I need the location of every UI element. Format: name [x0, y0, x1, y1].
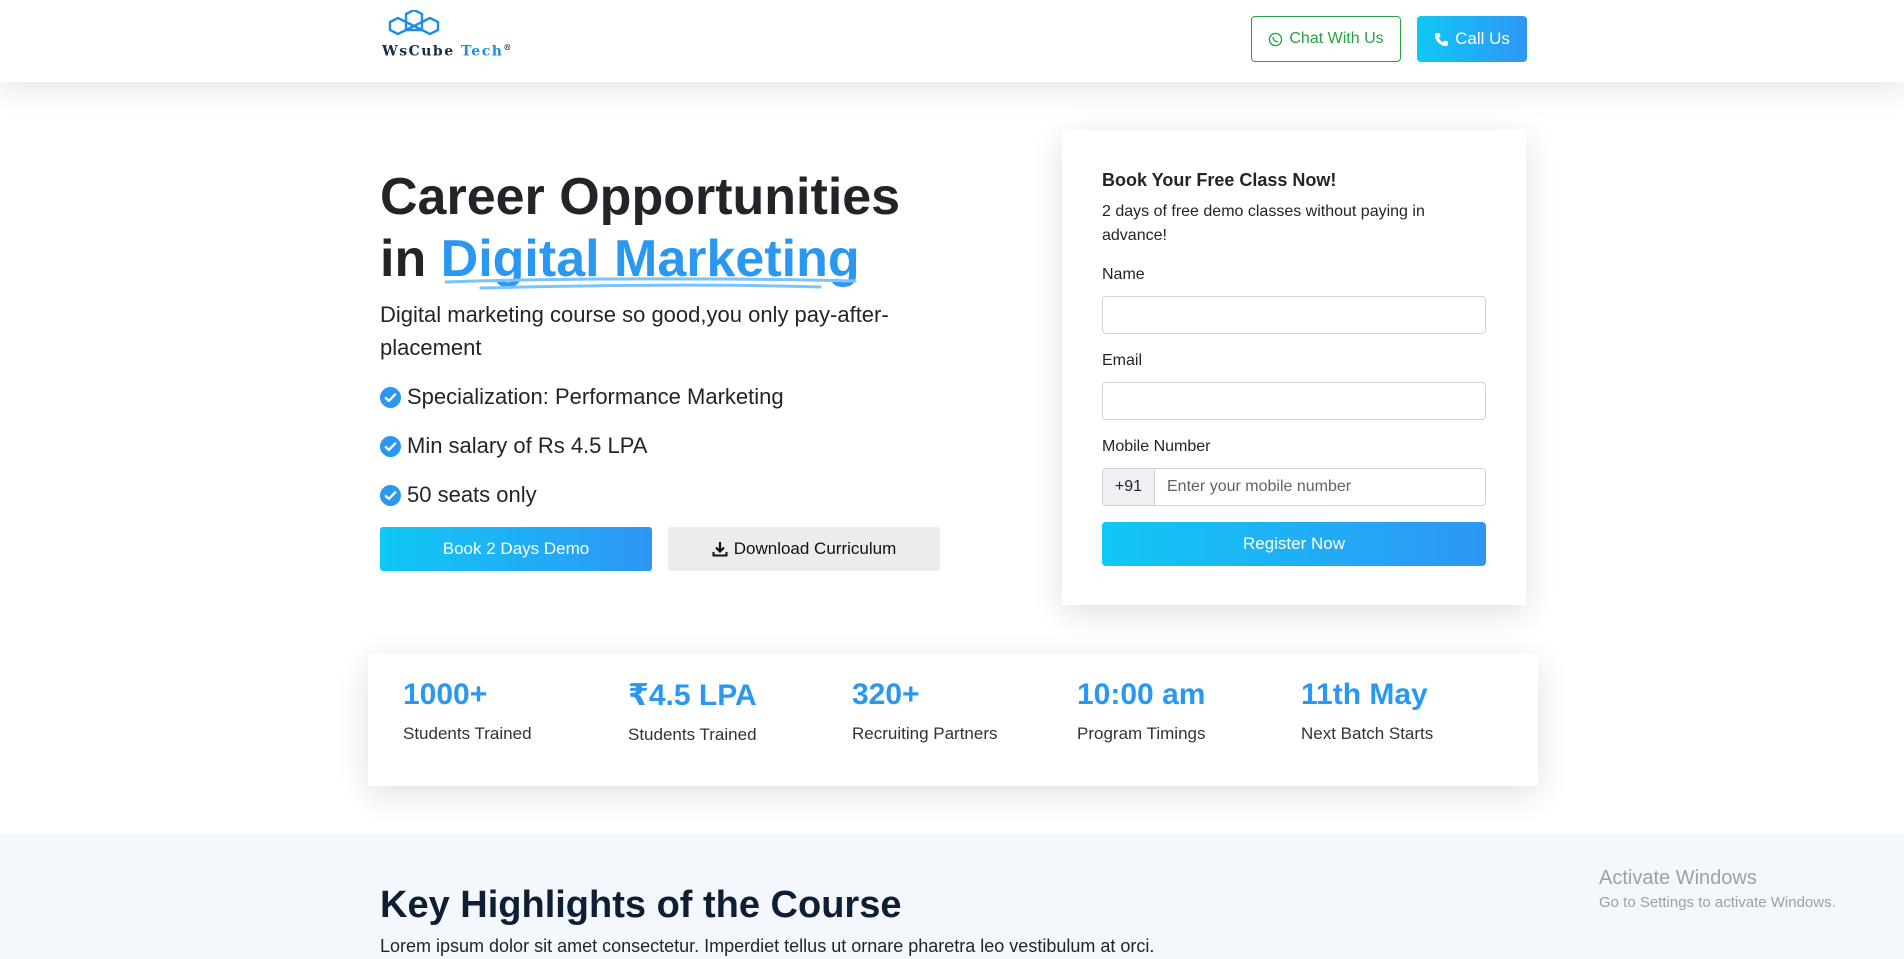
check-circle-icon [380, 435, 401, 457]
stat-label: Students Trained [628, 725, 757, 744]
book-demo-button[interactable]: Book 2 Days Demo [380, 527, 652, 571]
logo[interactable]: WsCube Tech® [380, 10, 540, 60]
stat-value: 10:00 am [1077, 678, 1206, 711]
stat-item: ₹4.5 LPA Students Trained [628, 678, 757, 745]
section-title: Key Highlights of the Course [380, 884, 902, 926]
title-line-1: Career Opportunities [380, 168, 901, 226]
stat-label: Students Trained [403, 724, 532, 743]
mobile-label: Mobile Number [1102, 438, 1211, 455]
chat-button-label: Chat With Us [1289, 30, 1384, 47]
country-code: +91 [1103, 469, 1155, 505]
check-circle-icon [380, 484, 401, 506]
title-line-2: in Digital Marketing [380, 228, 900, 290]
check-item: Specialization: Performance Marketing [380, 384, 784, 410]
hero-subtitle: Digital marketing course so good,you onl… [380, 302, 889, 360]
name-label: Name [1102, 266, 1145, 283]
check-item-label: Min salary of Rs 4.5 LPA [407, 433, 648, 458]
check-item: Min salary of Rs 4.5 LPA [380, 433, 647, 459]
check-item-label: 50 seats only [407, 482, 537, 507]
stat-value: 1000+ [403, 678, 488, 711]
logo-wordmark: WsCube Tech® [382, 42, 513, 60]
download-icon [712, 542, 728, 557]
booking-form-card: Book Your Free Class Now! 2 days of free… [1062, 130, 1526, 605]
mobile-field[interactable] [1155, 469, 1485, 505]
section-text: Lorem ipsum dolor sit amet consectetur. … [380, 936, 1155, 956]
stat-label: Program Timings [1077, 724, 1206, 743]
watermark-title: Activate Windows [1599, 867, 1757, 889]
site-header: WsCube Tech® Chat With Us Call Us [0, 0, 1904, 82]
phone-icon [1435, 32, 1449, 46]
email-label: Email [1102, 352, 1143, 369]
stat-label: Next Batch Starts [1301, 724, 1434, 743]
whatsapp-icon [1269, 32, 1283, 46]
stat-item: 1000+ Students Trained [403, 678, 532, 744]
stat-item: 10:00 am Program Timings [1077, 678, 1205, 744]
call-us-button[interactable]: Call Us [1417, 16, 1527, 62]
form-title: Book Your Free Class Now! [1102, 170, 1337, 190]
page-title: Career Opportunities in Digital Marketin… [380, 166, 900, 290]
download-curriculum-button[interactable]: Download Curriculum [668, 527, 940, 571]
stat-label: Recruiting Partners [852, 724, 998, 743]
stat-value: 11th May [1301, 678, 1428, 711]
check-item-label: Specialization: Performance Marketing [407, 384, 784, 409]
title-accent: Digital Marketing [441, 230, 860, 290]
register-button[interactable]: Register Now [1102, 522, 1486, 566]
name-field[interactable] [1102, 296, 1486, 334]
check-item: 50 seats only [380, 482, 537, 508]
mobile-input-group: +91 [1102, 468, 1486, 506]
hexagon-logo-icon [388, 10, 440, 36]
stat-item: 11th May Next Batch Starts [1301, 678, 1433, 744]
form-description: 2 days of free demo classes without payi… [1102, 203, 1425, 244]
activate-windows-watermark: Activate Windows Go to Settings to activ… [1599, 867, 1836, 911]
stat-value: ₹4.5 LPA [628, 679, 757, 712]
check-circle-icon [380, 386, 401, 408]
title-prefix: in [380, 230, 441, 288]
download-button-label: Download Curriculum [733, 539, 897, 558]
stat-item: 320+ Recruiting Partners [852, 678, 998, 744]
chat-with-us-button[interactable]: Chat With Us [1251, 16, 1401, 62]
stats-bar: 1000+ Students Trained ₹4.5 LPA Students… [368, 654, 1538, 786]
scribble-underline-icon [444, 277, 857, 290]
email-field[interactable] [1102, 382, 1486, 420]
stat-value: 320+ [852, 678, 920, 711]
watermark-subtitle: Go to Settings to activate Windows. [1599, 894, 1836, 911]
call-button-label: Call Us [1455, 29, 1510, 48]
